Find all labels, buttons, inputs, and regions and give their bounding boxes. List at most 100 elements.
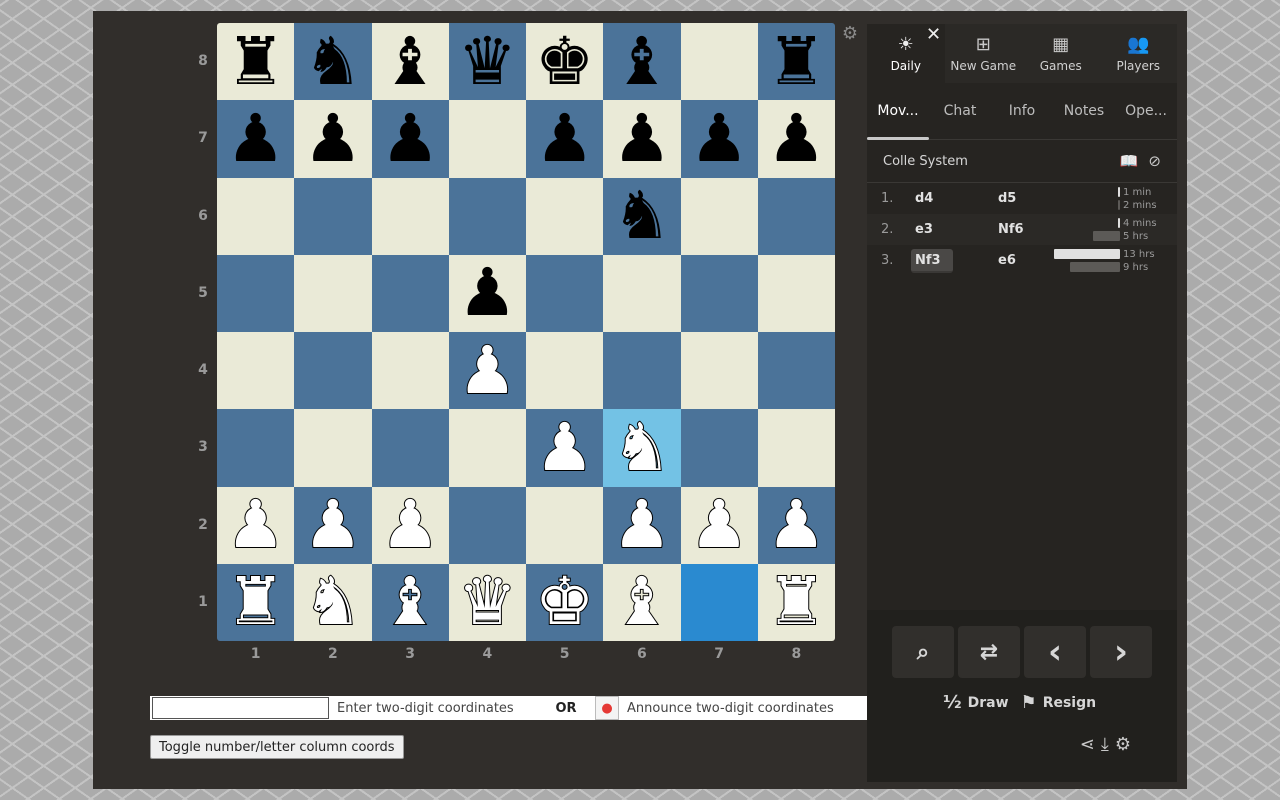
square-d7[interactable] bbox=[448, 100, 526, 178]
square-a1[interactable]: ♜ bbox=[217, 563, 295, 641]
black-pawn-icon[interactable]: ♟ bbox=[690, 105, 749, 172]
square-b2[interactable]: ♟ bbox=[294, 486, 372, 564]
square-a6[interactable] bbox=[217, 177, 295, 255]
black-pawn-icon[interactable]: ♟ bbox=[767, 105, 826, 172]
square-g4[interactable] bbox=[680, 332, 758, 410]
chess-board[interactable]: ♜ ♞ ♝ ♛ ♚ ♝ ♜ ♟ ♟ ♟ ♟ ♟ ♟ ♟ ♞ ♟ ♟ ♟ ♞ ♟ ♟ ♟ ♟ ♟ ♟ ♜ ♞ ♝ ♛ ♚ ♝ ♜ bbox=[217, 23, 835, 641]
white-pawn-icon[interactable]: ♟ bbox=[766, 491, 827, 559]
square-c2[interactable]: ♟ bbox=[371, 486, 449, 564]
square-g8[interactable] bbox=[680, 23, 758, 101]
square-a2[interactable]: ♟ bbox=[217, 486, 295, 564]
square-e7[interactable]: ♟ bbox=[526, 100, 604, 178]
square-a5[interactable] bbox=[217, 254, 295, 332]
black-move[interactable]: Nf6 bbox=[994, 218, 1036, 242]
white-move[interactable]: d4 bbox=[911, 187, 953, 211]
square-e4[interactable] bbox=[526, 332, 604, 410]
square-c3[interactable] bbox=[371, 409, 449, 487]
white-king-icon[interactable]: ♚ bbox=[534, 568, 595, 636]
square-g1[interactable] bbox=[680, 563, 758, 641]
nav-new-game[interactable]: ⊞ New Game bbox=[944, 24, 1022, 83]
black-king-icon[interactable]: ♚ bbox=[535, 28, 594, 95]
square-h7[interactable]: ♟ bbox=[757, 100, 835, 178]
black-pawn-icon[interactable]: ♟ bbox=[226, 105, 285, 172]
square-d8[interactable]: ♛ bbox=[448, 23, 526, 101]
white-bishop-icon[interactable]: ♝ bbox=[380, 568, 441, 636]
square-d2[interactable] bbox=[448, 486, 526, 564]
black-rook-icon[interactable]: ♜ bbox=[767, 28, 826, 95]
share-icon[interactable]: ⋖ bbox=[1080, 734, 1095, 755]
square-b3[interactable] bbox=[294, 409, 372, 487]
analysis-button[interactable]: ⌕ bbox=[892, 626, 954, 678]
white-knight-icon[interactable]: ♞ bbox=[302, 568, 363, 636]
white-pawn-icon[interactable]: ♟ bbox=[302, 491, 363, 559]
white-pawn-icon[interactable]: ♟ bbox=[611, 491, 672, 559]
square-b4[interactable] bbox=[294, 332, 372, 410]
tab-openings[interactable]: Ope... bbox=[1115, 83, 1177, 139]
square-d3[interactable] bbox=[448, 409, 526, 487]
square-e1[interactable]: ♚ bbox=[526, 563, 604, 641]
square-h2[interactable]: ♟ bbox=[757, 486, 835, 564]
white-bishop-icon[interactable]: ♝ bbox=[611, 568, 672, 636]
square-f2[interactable]: ♟ bbox=[603, 486, 681, 564]
black-pawn-icon[interactable]: ♟ bbox=[381, 105, 440, 172]
square-a7[interactable]: ♟ bbox=[217, 100, 295, 178]
square-h8[interactable]: ♜ bbox=[757, 23, 835, 101]
tab-chat[interactable]: Chat bbox=[929, 83, 991, 139]
square-d1[interactable]: ♛ bbox=[448, 563, 526, 641]
black-pawn-icon[interactable]: ♟ bbox=[612, 105, 671, 172]
square-f1[interactable]: ♝ bbox=[603, 563, 681, 641]
tab-info[interactable]: Info bbox=[991, 83, 1053, 139]
square-d4[interactable]: ♟ bbox=[448, 332, 526, 410]
square-f3[interactable]: ♞ bbox=[603, 409, 681, 487]
square-a3[interactable] bbox=[217, 409, 295, 487]
square-e8[interactable]: ♚ bbox=[526, 23, 604, 101]
square-e5[interactable] bbox=[526, 254, 604, 332]
square-c1[interactable]: ♝ bbox=[371, 563, 449, 641]
square-b8[interactable]: ♞ bbox=[294, 23, 372, 101]
square-c7[interactable]: ♟ bbox=[371, 100, 449, 178]
flip-board-button[interactable]: ⇄ bbox=[958, 626, 1020, 678]
black-pawn-icon[interactable]: ♟ bbox=[303, 105, 362, 172]
white-rook-icon[interactable]: ♜ bbox=[766, 568, 827, 636]
draw-button[interactable]: ½ Draw bbox=[943, 692, 1009, 713]
microphone-button[interactable]: ● bbox=[595, 696, 619, 720]
black-move[interactable]: d5 bbox=[994, 187, 1036, 211]
white-knight-icon[interactable]: ♞ bbox=[611, 413, 672, 481]
white-pawn-icon[interactable]: ♟ bbox=[225, 491, 286, 559]
black-bishop-icon[interactable]: ♝ bbox=[381, 28, 440, 95]
square-h1[interactable]: ♜ bbox=[757, 563, 835, 641]
square-b7[interactable]: ♟ bbox=[294, 100, 372, 178]
black-move[interactable]: e6 bbox=[994, 249, 1036, 273]
toggle-coords-button[interactable]: Toggle number/letter column coords bbox=[150, 735, 404, 759]
nav-daily[interactable]: ☀ Daily ✕ bbox=[867, 24, 945, 83]
previous-move-button[interactable]: ‹ bbox=[1024, 626, 1086, 678]
white-pawn-icon[interactable]: ♟ bbox=[534, 413, 595, 481]
square-b5[interactable] bbox=[294, 254, 372, 332]
white-pawn-icon[interactable]: ♟ bbox=[457, 336, 518, 404]
square-a8[interactable]: ♜ bbox=[217, 23, 295, 101]
nav-games[interactable]: ▦ Games bbox=[1022, 24, 1100, 83]
square-a4[interactable] bbox=[217, 332, 295, 410]
square-g2[interactable]: ♟ bbox=[680, 486, 758, 564]
black-pawn-icon[interactable]: ♟ bbox=[535, 105, 594, 172]
black-knight-icon[interactable]: ♞ bbox=[612, 183, 671, 249]
next-move-button[interactable]: › bbox=[1090, 626, 1152, 678]
white-move[interactable]: e3 bbox=[911, 218, 953, 242]
black-pawn-icon[interactable]: ♟ bbox=[458, 260, 517, 326]
square-f8[interactable]: ♝ bbox=[603, 23, 681, 101]
square-e2[interactable] bbox=[526, 486, 604, 564]
square-g6[interactable] bbox=[680, 177, 758, 255]
square-h3[interactable] bbox=[757, 409, 835, 487]
square-c8[interactable]: ♝ bbox=[371, 23, 449, 101]
square-d6[interactable] bbox=[448, 177, 526, 255]
tab-moves[interactable]: Mov... bbox=[867, 83, 929, 140]
white-pawn-icon[interactable]: ♟ bbox=[689, 491, 750, 559]
white-queen-icon[interactable]: ♛ bbox=[457, 568, 518, 636]
square-c6[interactable] bbox=[371, 177, 449, 255]
square-f6[interactable]: ♞ bbox=[603, 177, 681, 255]
square-h5[interactable] bbox=[757, 254, 835, 332]
book-icon[interactable]: 📖 bbox=[1120, 152, 1139, 170]
square-h6[interactable] bbox=[757, 177, 835, 255]
white-move[interactable]: Nf3 bbox=[911, 248, 953, 273]
black-rook-icon[interactable]: ♜ bbox=[226, 28, 285, 95]
